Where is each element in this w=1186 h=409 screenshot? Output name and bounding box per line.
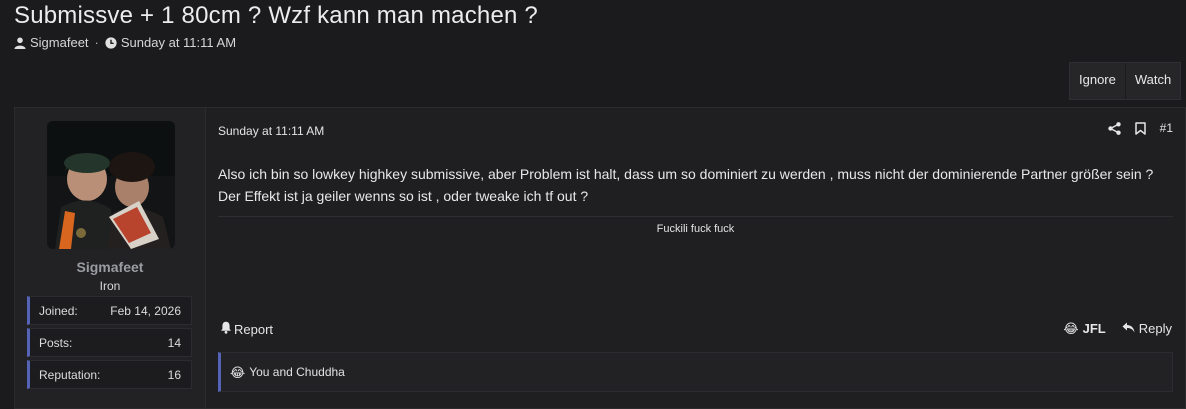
post-message: Also ich bin so lowkey highkey submissiv… [218, 166, 1154, 204]
laugh-emoji-icon: 😂 [1063, 321, 1079, 336]
thread-author-link[interactable]: Sigmafeet [30, 35, 89, 50]
post-date-link[interactable]: Sunday at 11:11 AM [218, 124, 324, 138]
bell-icon [220, 321, 232, 337]
stat-value: Feb 14, 2026 [110, 303, 181, 318]
report-label: Report [234, 321, 274, 337]
thread-title: Submissve + 1 80cm ? Wzf kann man machen… [14, 2, 538, 29]
stat-label: Reputation: [39, 367, 101, 382]
post-actions-right: 😂 JFL Reply [1063, 321, 1172, 336]
reply-button[interactable]: Reply [1122, 321, 1172, 336]
clock-icon [105, 36, 117, 49]
react-button[interactable]: 😂 JFL [1063, 321, 1105, 336]
stat-posts: Posts: 14 [27, 328, 192, 357]
avatar[interactable] [47, 121, 175, 249]
post-user-panel: Sigmafeet Iron Joined: Feb 14, 2026 Post… [15, 108, 206, 408]
ignore-button[interactable]: Ignore [1070, 63, 1125, 99]
signature-divider [218, 216, 1173, 217]
post-content: Sunday at 11:11 AM #1 Also ich bin so lo… [206, 108, 1185, 408]
user-icon [14, 37, 26, 49]
stat-label: Posts: [39, 335, 73, 350]
stat-value: 14 [167, 335, 181, 350]
reply-icon [1122, 321, 1135, 336]
stat-joined: Joined: Feb 14, 2026 [27, 296, 192, 325]
post-number-link[interactable]: #1 [1160, 121, 1173, 135]
thread-action-buttons: Ignore Watch [1069, 62, 1182, 100]
post-username[interactable]: Sigmafeet [15, 259, 205, 275]
thread-meta: Sigmafeet · Sunday at 11:11 AM [14, 35, 236, 50]
stat-value: 16 [167, 367, 181, 382]
thread-date-link[interactable]: Sunday at 11:11 AM [121, 35, 236, 50]
post-1: Sigmafeet Iron Joined: Feb 14, 2026 Post… [14, 107, 1186, 409]
post-signature: Fuckili fuck fuck [656, 223, 735, 235]
post-tools: #1 [1107, 121, 1173, 135]
laugh-emoji-icon: 😂 [230, 364, 246, 380]
reply-label: Reply [1138, 321, 1172, 336]
watch-button[interactable]: Watch [1124, 63, 1180, 99]
bookmark-icon[interactable] [1134, 121, 1146, 135]
stat-label: Joined: [39, 303, 78, 318]
report-button[interactable]: Report [220, 321, 273, 337]
user-rank-title: Iron [99, 279, 121, 293]
meta-separator: · [94, 35, 99, 50]
reactions-bar[interactable]: 😂 You and Chuddha [218, 352, 1173, 392]
stat-reputation: Reputation: 16 [27, 360, 192, 389]
share-icon[interactable] [1107, 121, 1121, 135]
reactions-list[interactable]: You and Chuddha [249, 365, 345, 379]
react-label: JFL [1082, 321, 1106, 336]
